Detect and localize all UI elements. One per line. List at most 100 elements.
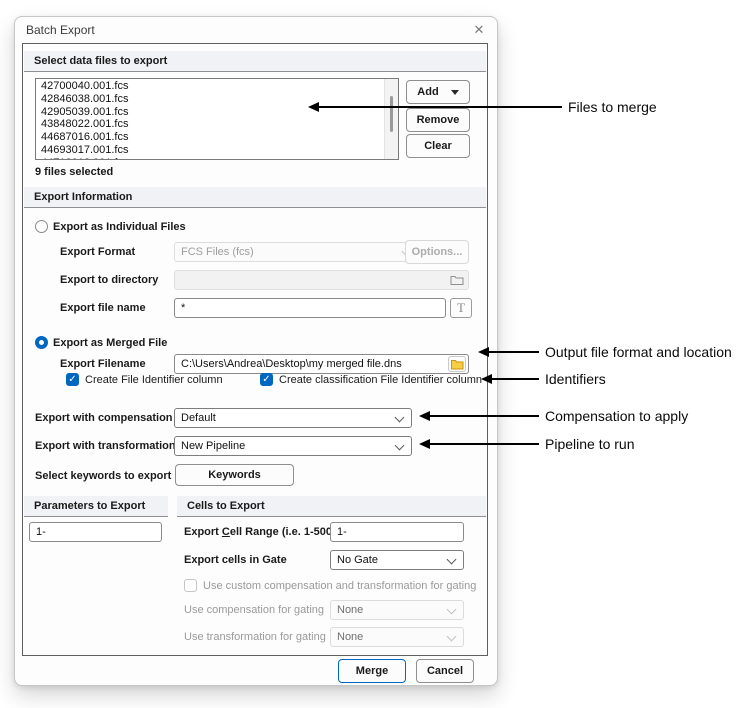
transformation-value: New Pipeline (181, 440, 245, 452)
annotation-arrow-head (478, 347, 489, 357)
annotation-arrow-shaft (429, 443, 539, 445)
merge-button[interactable]: Merge (338, 659, 406, 683)
export-filename-pattern-field[interactable]: * (174, 298, 446, 318)
comp-gating-select[interactable]: None (330, 600, 464, 620)
files-section-header: Select data files to export (24, 51, 486, 72)
gate-select[interactable]: No Gate (330, 550, 464, 570)
list-item[interactable]: 44687016.001.fcs (36, 131, 385, 144)
folder-icon[interactable] (450, 274, 464, 286)
annotation-output-location: Output file format and location (545, 344, 732, 360)
trans-gating-value: None (337, 631, 363, 643)
title-bar: Batch Export ✕ (15, 17, 497, 43)
transformation-select[interactable]: New Pipeline (174, 436, 412, 456)
trans-gating-select[interactable]: None (330, 627, 464, 647)
chevron-down-icon (395, 413, 405, 423)
compensation-select[interactable]: Default (174, 408, 412, 428)
merged-filename-value: C:\Users\Andrea\Desktop\my merged file.d… (181, 358, 402, 370)
radio-export-merged-label: Export as Merged File (53, 333, 167, 353)
annotation-arrow-shaft (318, 106, 562, 108)
annotation-arrow-shaft (429, 415, 539, 417)
checkmark-icon: ✓ (68, 374, 76, 385)
transformation-label: Export with transformation (35, 436, 176, 456)
chevron-down-icon (447, 605, 457, 615)
export-directory-field[interactable] (174, 270, 469, 290)
list-item[interactable]: 44712018.001.fcs (36, 157, 385, 159)
export-format-select[interactable]: FCS Files (fcs) (174, 242, 419, 262)
compensation-label: Export with compensation (35, 408, 173, 428)
text-template-icon: T (457, 300, 465, 316)
keywords-label: Select keywords to export (35, 466, 171, 486)
text-template-button[interactable]: T (450, 298, 472, 318)
annotation-compensation: Compensation to apply (545, 408, 688, 424)
annotation-pipeline: Pipeline to run (545, 436, 635, 452)
chevron-down-icon (447, 632, 457, 642)
add-button-label: Add (417, 86, 438, 98)
trans-gating-label: Use transformation for gating (184, 627, 326, 647)
list-item[interactable]: 43848022.001.fcs (36, 118, 385, 131)
cell-range-label-pre: Export (184, 526, 222, 538)
export-directory-label: Export to directory (60, 270, 158, 290)
cells-section-header: Cells to Export (177, 496, 486, 517)
annotation-identifiers: Identifiers (545, 371, 606, 387)
cell-range-label-mnemonic: C (222, 526, 230, 538)
annotation-arrow-shaft (491, 378, 539, 380)
add-button[interactable]: Add (406, 80, 470, 104)
keywords-button[interactable]: Keywords (175, 464, 294, 486)
checkbox-classification-identifier-label: Create classification File Identifier co… (279, 370, 482, 390)
remove-button[interactable]: Remove (406, 108, 470, 132)
parameters-section-header: Parameters to Export (24, 496, 168, 517)
cell-range-label: Export Cell Range (i.e. 1-5000) (184, 522, 342, 542)
comp-gating-label: Use compensation for gating (184, 600, 324, 620)
cell-range-field[interactable]: 1- (330, 522, 464, 542)
checkbox-custom-gating-label: Use custom compensation and transformati… (203, 576, 476, 596)
parameters-range-value: 1- (36, 526, 46, 538)
scrollbar-track[interactable] (384, 79, 398, 159)
dialog-content: Select data files to export 42700040.001… (22, 43, 488, 656)
annotation-arrow-head (419, 439, 430, 449)
checkmark-icon: ✓ (262, 374, 270, 385)
export-filename-pattern-value: * (181, 302, 185, 314)
cell-range-value: 1- (337, 526, 347, 538)
cancel-button[interactable]: Cancel (416, 659, 474, 683)
checkbox-file-identifier-label: Create File Identifier column (85, 370, 223, 390)
export-format-label: Export Format (60, 242, 135, 262)
keywords-button-label: Keywords (208, 469, 261, 481)
list-item[interactable]: 42700040.001.fcs (36, 80, 385, 93)
chevron-down-icon (395, 441, 405, 451)
annotation-arrow-head (308, 102, 319, 112)
scrollbar-thumb[interactable] (390, 96, 393, 132)
annotation-files-to-merge: Files to merge (568, 99, 657, 115)
cancel-button-label: Cancel (427, 665, 463, 677)
gate-value: No Gate (337, 554, 378, 566)
dialog-title: Batch Export (26, 23, 95, 37)
checkbox-custom-gating[interactable] (184, 579, 197, 592)
parameters-range-field[interactable]: 1- (29, 522, 162, 542)
checkbox-classification-identifier[interactable]: ✓ (260, 373, 273, 386)
compensation-value: Default (181, 412, 216, 424)
radio-export-individual[interactable] (35, 220, 48, 233)
clear-button[interactable]: Clear (406, 134, 470, 158)
list-item[interactable]: 42846038.001.fcs (36, 93, 385, 106)
checkbox-file-identifier[interactable]: ✓ (66, 373, 79, 386)
file-listbox[interactable]: 42700040.001.fcs 42846038.001.fcs 429050… (35, 78, 399, 160)
clear-button-label: Clear (424, 140, 452, 152)
chevron-down-icon (447, 555, 457, 565)
remove-button-label: Remove (417, 114, 460, 126)
files-selected-count: 9 files selected (35, 162, 113, 182)
screenshot-page: Batch Export ✕ Select data files to expo… (0, 0, 753, 708)
export-format-value: FCS Files (fcs) (181, 246, 254, 258)
merge-button-label: Merge (356, 665, 388, 677)
annotation-arrow-head (481, 374, 492, 384)
export-filename-pattern-label: Export file name (60, 298, 146, 318)
export-info-header: Export Information (24, 187, 486, 208)
radio-export-merged[interactable] (35, 336, 48, 349)
batch-export-dialog: Batch Export ✕ Select data files to expo… (14, 16, 498, 686)
comp-gating-value: None (337, 604, 363, 616)
gate-label: Export cells in Gate (184, 550, 287, 570)
radio-export-individual-label: Export as Individual Files (53, 217, 186, 237)
close-icon[interactable]: ✕ (469, 21, 489, 39)
options-button[interactable]: Options... (405, 240, 469, 264)
annotation-arrow-shaft (488, 351, 539, 353)
options-button-label: Options... (412, 246, 463, 258)
list-item[interactable]: 44693017.001.fcs (36, 144, 385, 157)
